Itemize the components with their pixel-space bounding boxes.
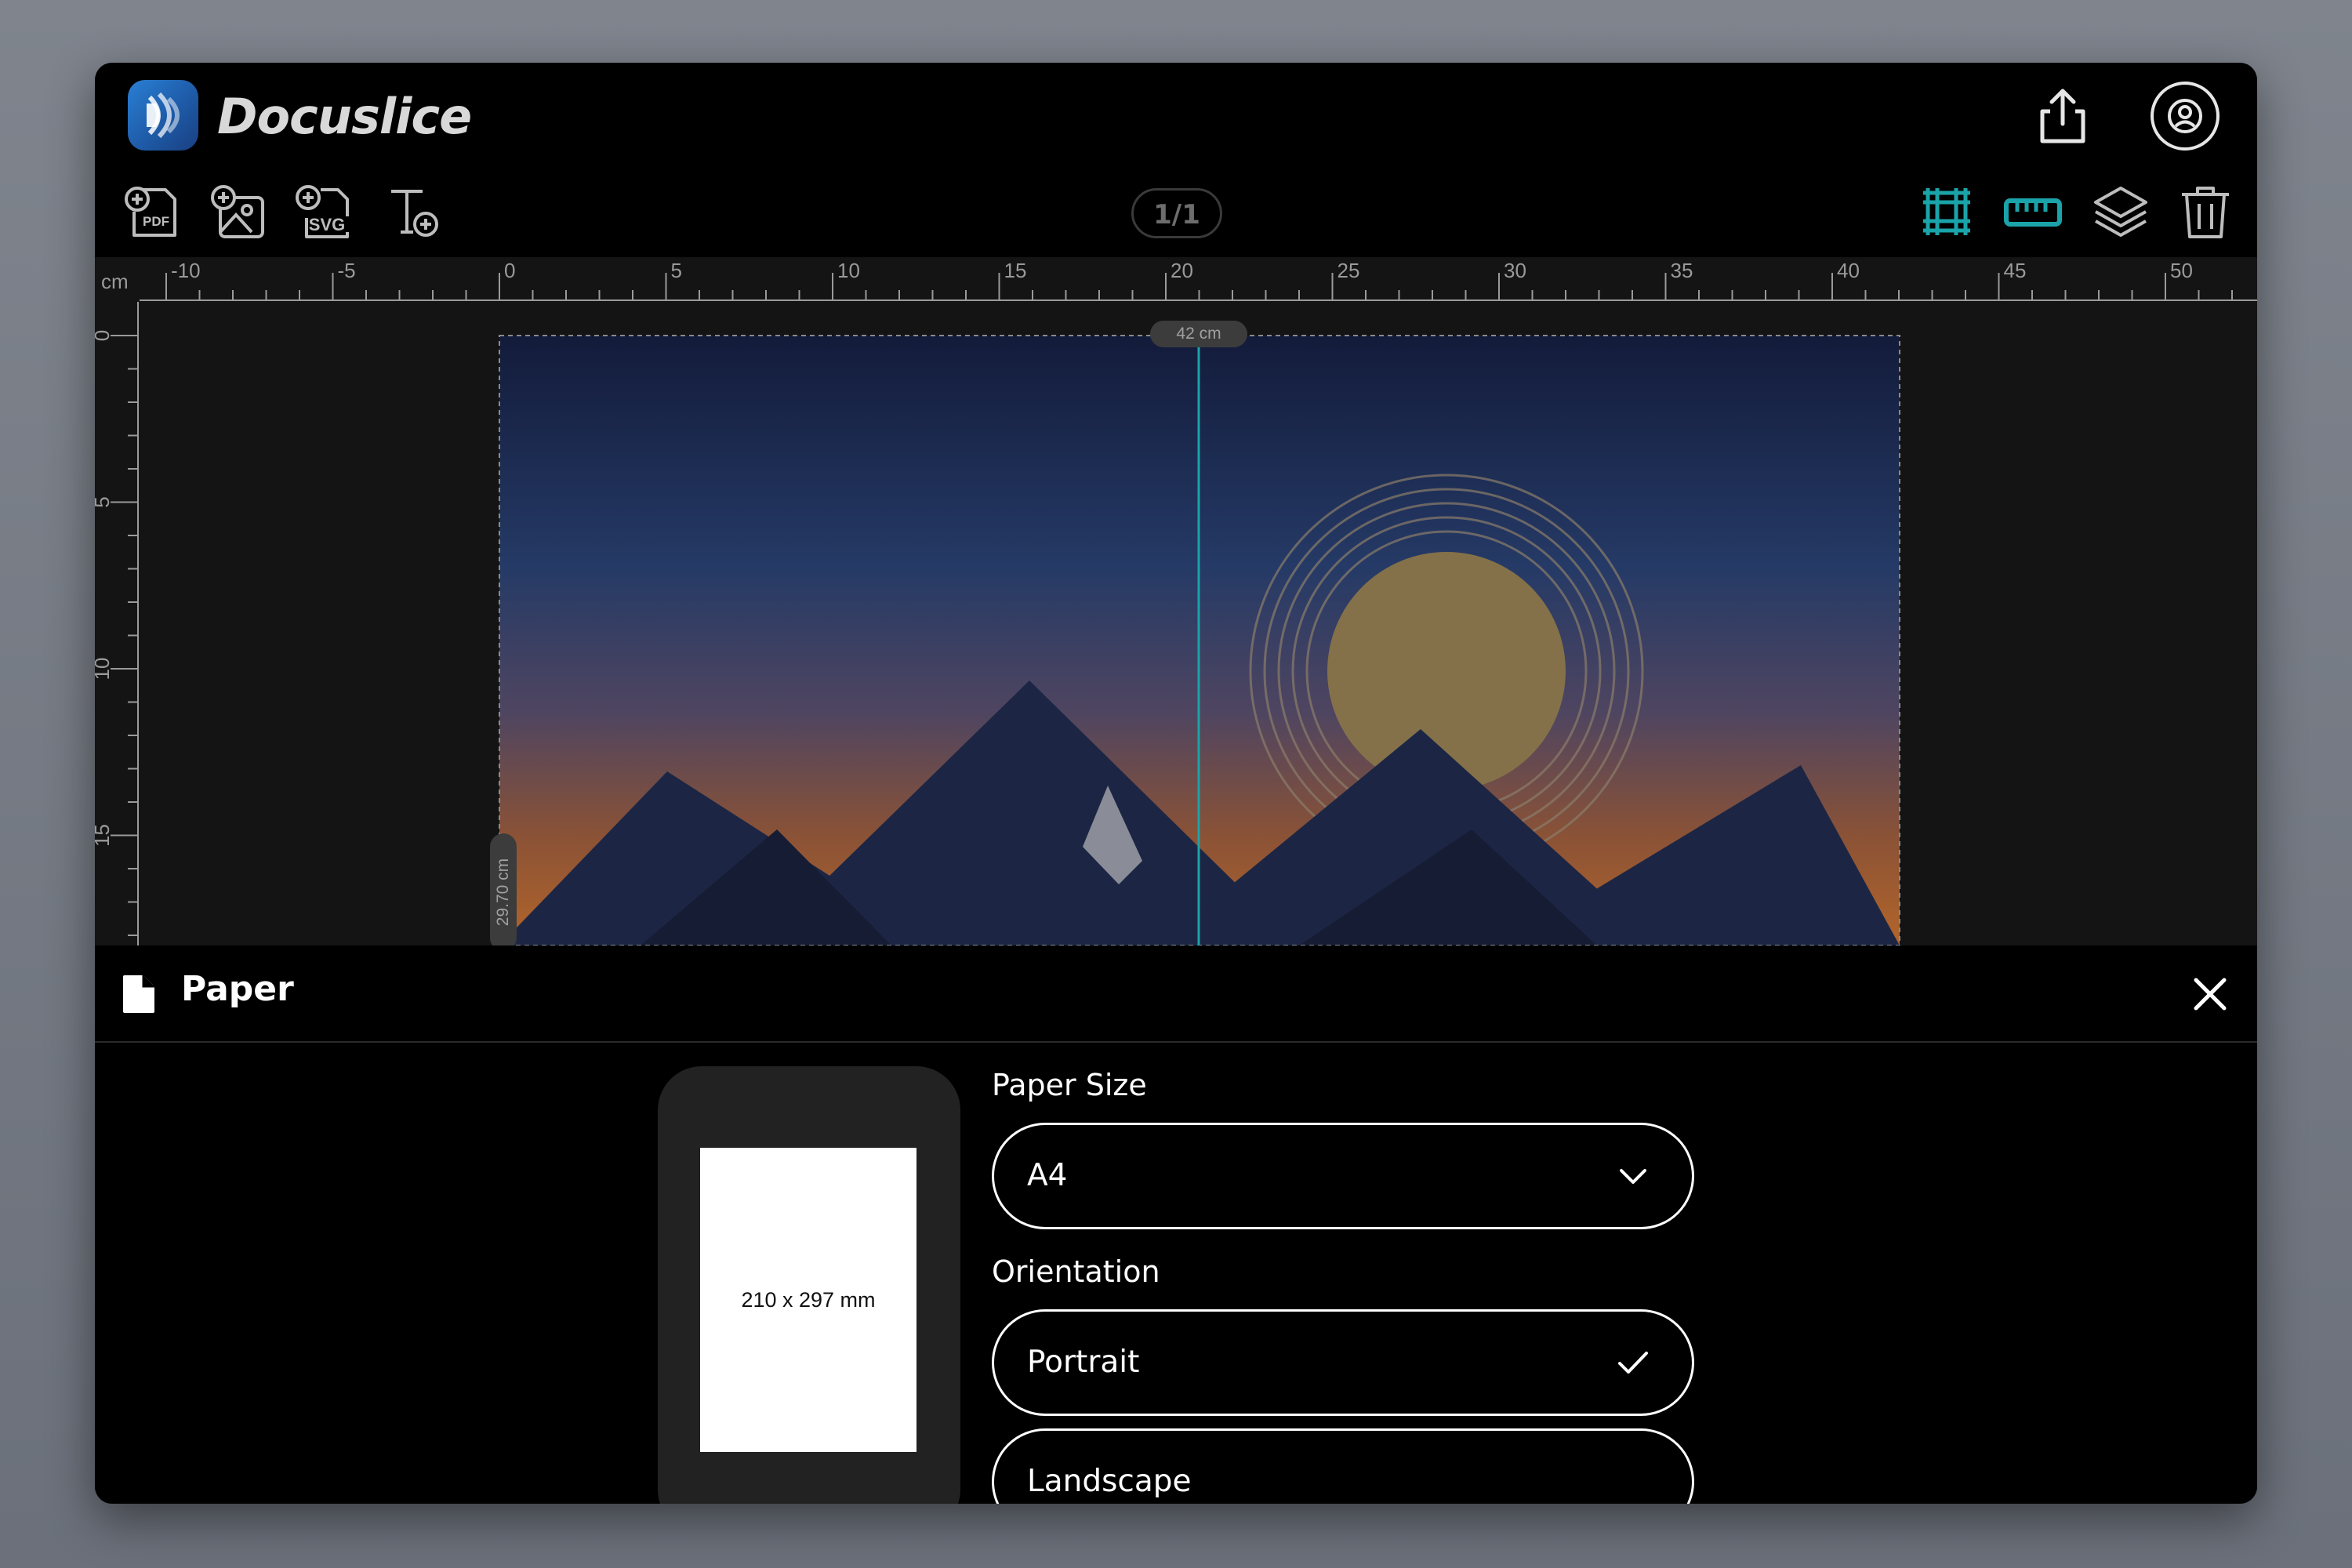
app-name: Docuslice [217,88,472,145]
chevron-down-icon [1620,1169,1646,1184]
add-text-button[interactable] [382,180,445,243]
canvas-area[interactable]: -10 -5 0 5 10 15 20 25 30 35 40 45 50 0 5 10 15 cm 42 c… [95,257,2257,946]
preview-page: 210 x 297 mm [700,1148,916,1452]
paper-width-label: 42 cm [1150,321,1247,347]
paper-size-label: Paper Size [992,1068,1147,1102]
ruler-tick-label: 10 [837,259,860,282]
ruler-tick-label: 15 [1004,259,1027,282]
ruler-tick-label: 25 [1338,259,1360,282]
add-pdf-icon: PDF [125,187,176,237]
add-pdf-button[interactable]: PDF [122,180,184,243]
preview-dimensions: 210 x 297 mm [741,1287,876,1312]
orientation-option-landscape[interactable]: Landscape [992,1428,1694,1504]
vertical-ruler: 0 5 10 15 [95,302,140,946]
share-button[interactable] [2031,85,2094,147]
orientation-option-label: Landscape [1027,1464,1192,1499]
svg-badge: SVG [309,215,345,234]
ruler-tick-label: 5 [671,259,682,282]
orientation-label: Orientation [992,1254,1160,1289]
share-icon [2040,89,2085,143]
panel-title: Paper [181,969,294,1009]
ruler-tick-label: 10 [95,658,114,681]
ruler-tick-label: 50 [2170,259,2193,282]
checkmark-icon [1618,1352,1648,1374]
add-image-icon [211,185,264,238]
pdf-badge: PDF [143,214,169,229]
ruler-tick-label: 30 [1504,259,1526,282]
trash-icon [2182,187,2229,238]
close-icon [2194,978,2227,1011]
page-indicator[interactable]: 1/1 [1131,188,1222,238]
add-text-icon [391,190,438,237]
ruler-tick-label: 40 [1837,259,1860,282]
ruler-tick-label: 0 [504,259,515,282]
ruler-tick-label: 45 [2004,259,2027,282]
horizontal-ruler: -10 -5 0 5 10 15 20 25 30 35 40 45 50 [95,257,2257,302]
ruler-toggle-button[interactable] [2002,180,2064,243]
account-button[interactable] [2149,80,2221,152]
app-window: Docuslice PDF SVG 1/1 -10 -5 0 5 10 15 2… [95,63,2257,1504]
user-icon [2151,82,2220,151]
app-logo-icon [128,80,198,151]
paper-panel: Paper 210 x 297 mm Paper Size A4 Orienta… [95,946,2257,1504]
grid-toggle-button[interactable] [1915,180,1978,243]
close-panel-button[interactable] [2188,972,2232,1016]
orientation-option-label: Portrait [1027,1345,1140,1380]
document-icon [123,975,154,1013]
add-image-button[interactable] [208,180,270,243]
ruler-tick-label: -10 [171,259,201,282]
orientation-option-portrait[interactable]: Portrait [992,1309,1694,1416]
ruler-tick-label: 0 [95,330,114,341]
paper-outline [499,335,1900,946]
ruler-icon [2004,198,2062,227]
layers-button[interactable] [2089,180,2152,243]
paper-size-select[interactable]: A4 [992,1123,1694,1229]
delete-button[interactable] [2174,180,2237,243]
ruler-tick-label: 5 [95,496,114,507]
add-svg-button[interactable]: SVG [292,180,355,243]
panel-header: Paper [95,946,2257,1043]
ruler-tick-label: -5 [338,259,356,282]
ruler-tick-label: 35 [1671,259,1693,282]
paper-height-label: 29.70 cm [494,858,512,927]
paper-size-value: A4 [1027,1158,1068,1193]
ruler-unit-label: cm [101,270,129,293]
paper-preview: 210 x 297 mm [658,1066,960,1504]
ruler-tick-label: 15 [95,824,114,847]
grid-icon [1923,188,1970,235]
layers-icon [2094,187,2147,237]
ruler-tick-label: 20 [1171,259,1193,282]
paper-height-badge: 29.70 cm [490,833,517,946]
add-svg-icon: SVG [296,185,349,238]
